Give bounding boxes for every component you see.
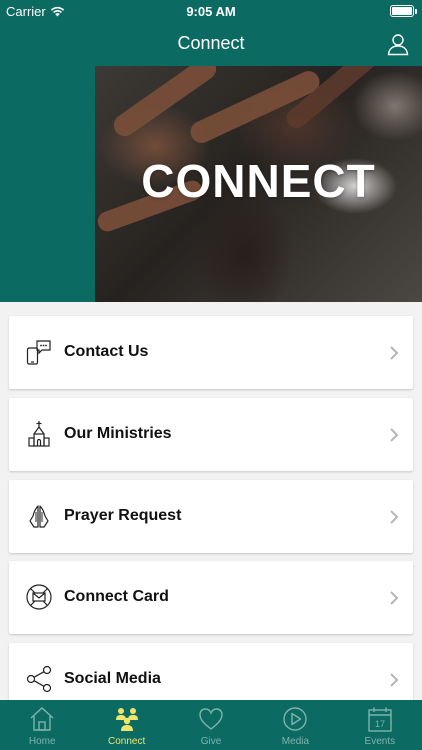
- tab-home[interactable]: Home: [0, 700, 84, 750]
- status-bar: Carrier 9:05 AM: [0, 0, 422, 22]
- chevron-right-icon: [390, 346, 399, 360]
- heart-icon: [199, 708, 223, 730]
- tab-label: Give: [200, 736, 222, 747]
- tab-events[interactable]: 17 Events: [338, 700, 422, 750]
- chevron-right-icon: [390, 510, 399, 524]
- menu-item-label: Connect Card: [64, 588, 169, 605]
- tab-label: Media: [281, 736, 310, 747]
- top-bar: Carrier 9:05 AM Connect: [0, 0, 422, 66]
- calendar-icon: 17: [368, 707, 392, 732]
- calendar-day: 17: [375, 719, 385, 729]
- page-title: Connect: [177, 33, 245, 53]
- menu-item-label: Our Ministries: [64, 425, 172, 442]
- chevron-right-icon: [390, 591, 399, 605]
- tab-bar: Home Connect Give Media 17 Events: [0, 700, 422, 750]
- home-icon: [30, 707, 54, 731]
- people-icon: [115, 708, 138, 731]
- share-icon: [26, 665, 52, 693]
- chevron-right-icon: [390, 428, 399, 442]
- tab-connect[interactable]: Connect: [84, 700, 168, 750]
- menu-item-label: Social Media: [64, 670, 161, 687]
- tab-label: Events: [364, 736, 396, 747]
- hero-banner: CONNECT: [0, 66, 422, 302]
- tab-media[interactable]: Media: [253, 700, 337, 750]
- battery-icon: [390, 5, 417, 17]
- hero-title: CONNECT: [141, 155, 376, 207]
- tab-label: Connect: [107, 736, 146, 747]
- tab-give[interactable]: Give: [169, 700, 253, 750]
- tab-label: Home: [28, 736, 56, 747]
- envelope-card-icon: [26, 584, 52, 610]
- menu-item-connect-card[interactable]: Connect Card: [9, 561, 413, 634]
- menu-item-contact-us[interactable]: Contact Us: [9, 316, 413, 389]
- menu-item-label: Prayer Request: [64, 507, 182, 524]
- menu-item-label: Contact Us: [64, 343, 149, 360]
- church-icon: [28, 421, 50, 447]
- menu-item-prayer-request[interactable]: Prayer Request: [9, 480, 413, 553]
- clock: 9:05 AM: [186, 4, 236, 19]
- play-icon: [283, 707, 308, 731]
- menu-item-our-ministries[interactable]: Our Ministries: [9, 398, 413, 471]
- phone-chat-icon: [26, 340, 51, 365]
- chevron-right-icon: [390, 673, 399, 687]
- praying-hands-icon: [29, 505, 49, 528]
- user-icon[interactable]: [386, 32, 410, 56]
